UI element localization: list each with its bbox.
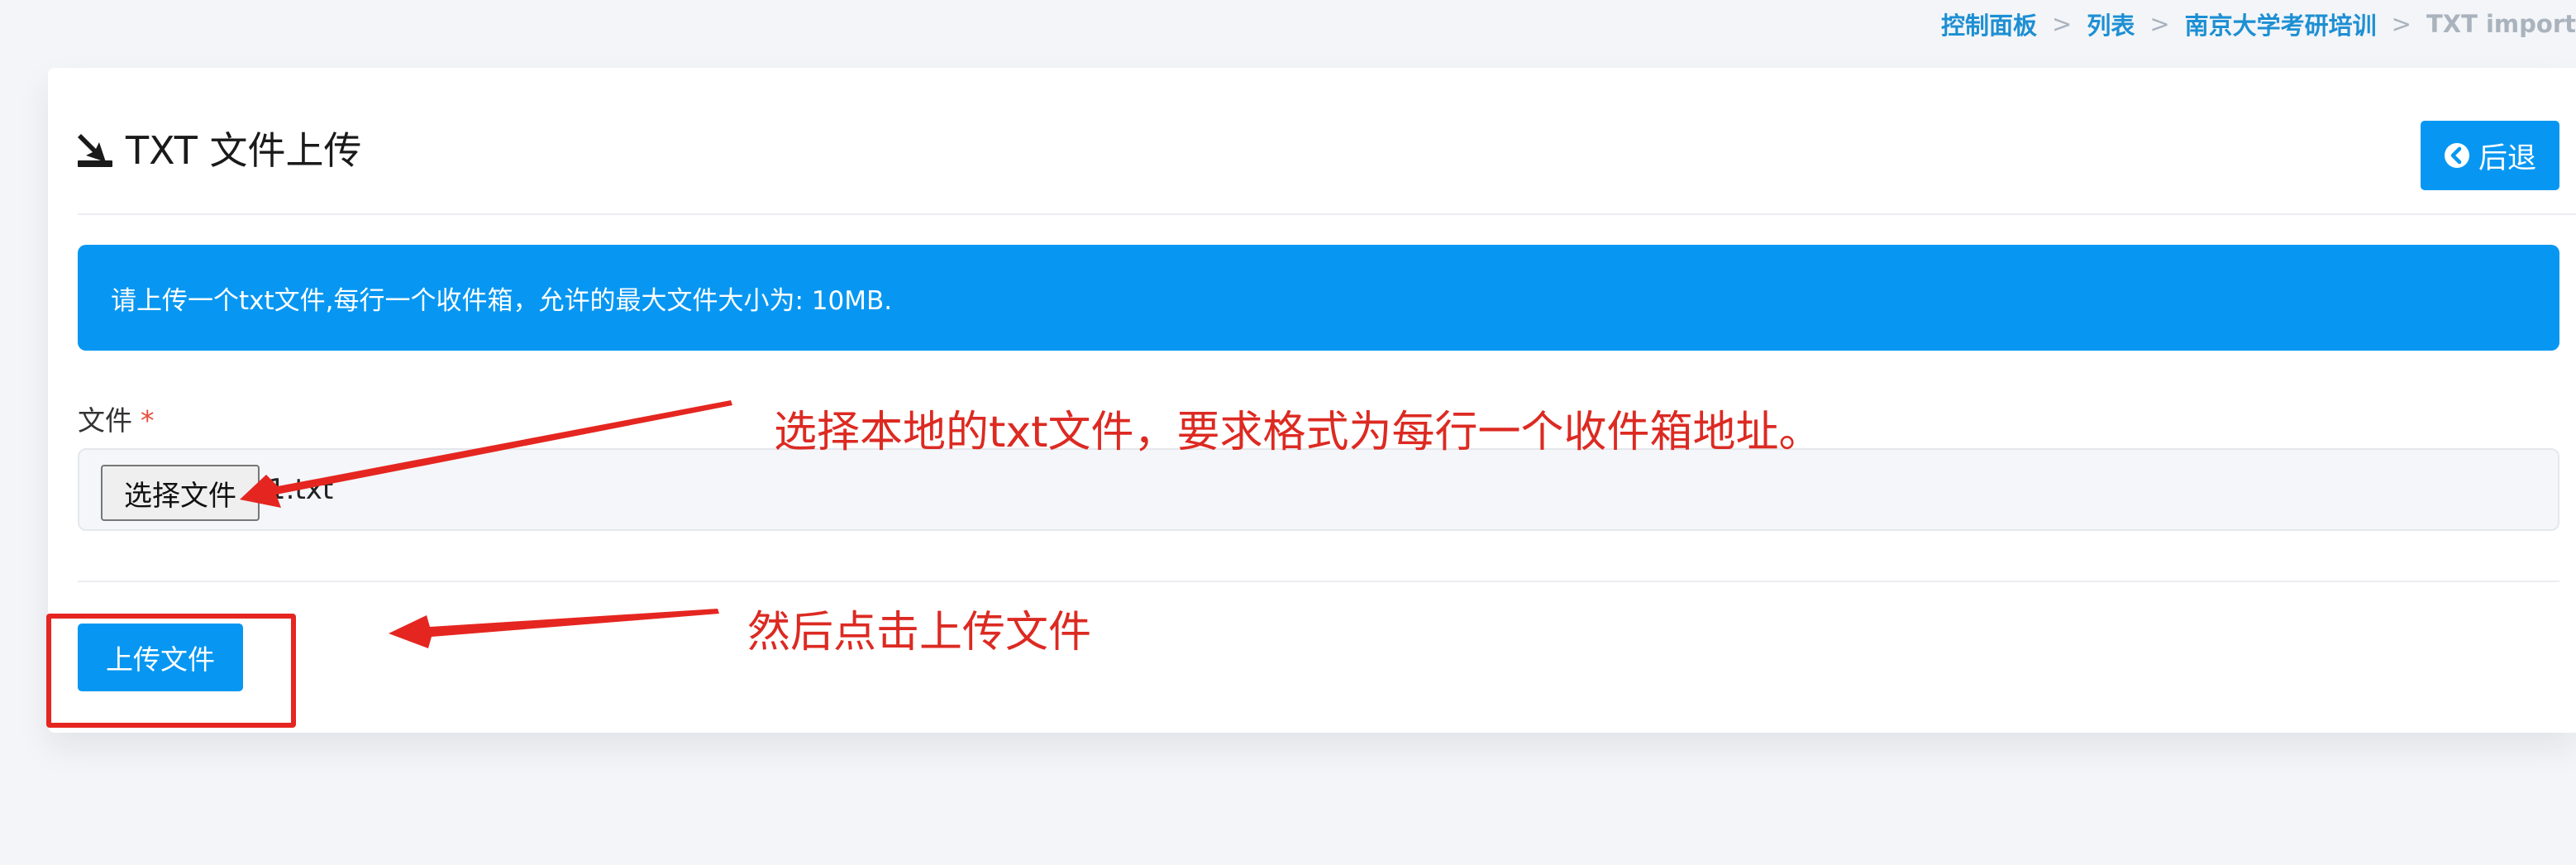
breadcrumb-separator: > [2052,10,2073,38]
card-header: TXT 文件上传 后退 [78,68,2576,215]
breadcrumb-project[interactable]: 南京大学考研培训 [2185,7,2377,41]
breadcrumb-current: TXT import [2426,10,2576,38]
breadcrumb-dashboard[interactable]: 控制面板 [1941,7,2037,41]
page-title-text: TXT 文件上传 [126,128,362,173]
info-alert: 请上传一个txt文件,每行一个收件箱，允许的最大文件大小为: 10MB. [78,245,2559,351]
selected-file-name: 1.txt [268,473,334,506]
breadcrumb-separator: > [2149,10,2170,38]
back-button-label: 后退 [2478,141,2536,175]
info-alert-text: 请上传一个txt文件,每行一个收件箱，允许的最大文件大小为: 10MB. [111,285,893,316]
choose-file-button[interactable]: 选择文件 [101,465,260,521]
annotation-step1: 选择本地的txt文件，要求格式为每行一个收件箱地址。 [774,408,1822,457]
breadcrumb-list[interactable]: 列表 [2087,7,2135,41]
circle-arrow-left-icon [2444,142,2470,169]
breadcrumb: 控制面板 > 列表 > 南京大学考研培训 > TXT import [1941,7,2576,41]
file-label-text: 文件 [78,404,132,437]
page-title: TXT 文件上传 [78,121,362,175]
required-mark: * [141,404,155,437]
divider [78,581,2559,582]
annotation-highlight-box [46,614,296,728]
back-button[interactable]: 后退 [2421,121,2559,190]
upload-icon [78,129,112,167]
annotation-step2: 然后点击上传文件 [747,608,1092,657]
breadcrumb-separator: > [2391,10,2411,38]
file-input[interactable]: 选择文件 1.txt [78,448,2559,531]
file-field-label: 文件 * [78,399,155,438]
